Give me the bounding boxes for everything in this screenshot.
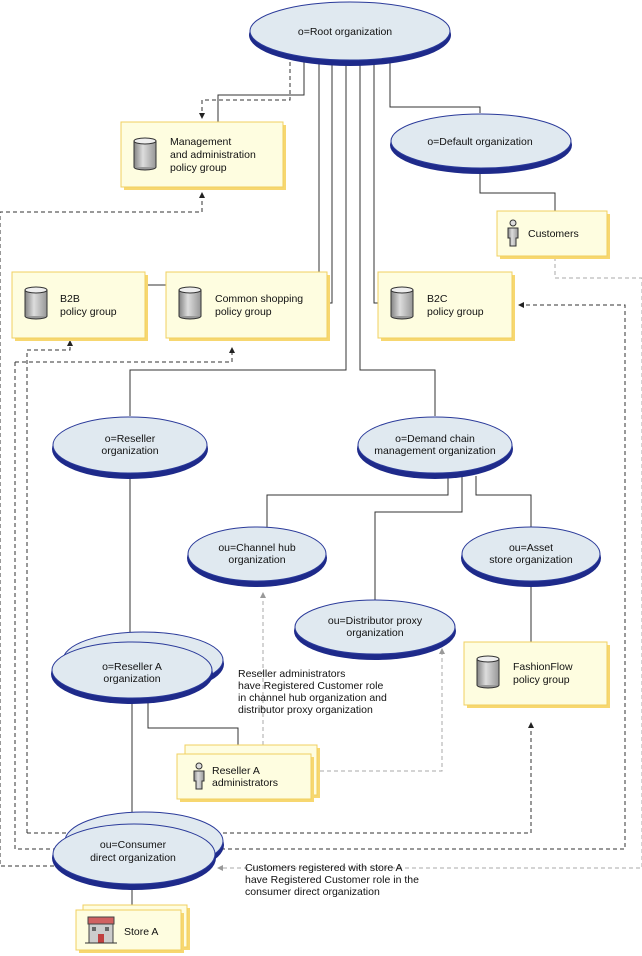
- reseller-label-1: o=Reseller: [105, 433, 156, 445]
- svg-text:Customers: Customers: [528, 228, 579, 240]
- channel-hub-organization[interactable]: ou=Channel hub organization: [187, 526, 327, 587]
- customers-group[interactable]: Customers: [496, 210, 610, 259]
- svg-text:o=Root organization: o=Root organization: [298, 26, 392, 38]
- admins-label-2: administrators: [212, 777, 278, 789]
- mgmt-label-3: policy group: [170, 162, 227, 174]
- svg-text:ou=Channel huborganization: ou=Channel hub organization: [218, 542, 296, 566]
- database-cylinder-icon: [24, 286, 48, 320]
- customers-label: Customers: [528, 228, 579, 240]
- store-building-icon: [85, 916, 117, 944]
- mgmt-label-2: and administration: [170, 149, 256, 161]
- consumer-label-2: direct organization: [90, 852, 176, 864]
- asset-label-2: store organization: [489, 554, 573, 566]
- root-label: o=Root organization: [298, 26, 392, 38]
- reseller-admin-note: Reseller administrators have Registered C…: [238, 668, 387, 716]
- store-label: Store A: [124, 926, 158, 938]
- fashionflow-label-2: policy group: [513, 674, 570, 686]
- demand-chain-organization[interactable]: o=Demand chain management organization: [357, 416, 513, 479]
- reseller-a-label-1: o=Reseller A: [102, 661, 162, 673]
- admins-label-1: Reseller A: [212, 765, 260, 777]
- b2c-label-2: policy group: [427, 306, 484, 318]
- consumer-label-1: ou=Consumer: [100, 839, 167, 851]
- reseller-organization[interactable]: o=Reseller organization: [52, 416, 208, 479]
- common-shopping-policy-group[interactable]: Common shopping policy group: [165, 271, 330, 341]
- default-org-label: o=Default organization: [427, 136, 533, 148]
- b2c-label-1: B2C: [427, 293, 448, 305]
- distributor-proxy-organization[interactable]: ou=Distributor proxy organization: [294, 599, 456, 660]
- asset-label-1: ou=Asset: [509, 542, 553, 554]
- root-organization[interactable]: o=Root organization: [249, 1, 451, 66]
- common-label-2: policy group: [215, 306, 272, 318]
- reseller-label-2: organization: [101, 445, 158, 457]
- svg-text:Store A: Store A: [124, 926, 158, 938]
- b2c-policy-group[interactable]: B2C policy group: [377, 271, 515, 341]
- channel-label-1: ou=Channel hub: [218, 542, 296, 554]
- channel-label-2: organization: [228, 554, 285, 566]
- asset-store-organization[interactable]: ou=Asset store organization: [461, 526, 601, 587]
- svg-text:ou=Consumerdirect organization: ou=Consumer direct organization: [90, 839, 176, 864]
- b2b-label-2: policy group: [60, 306, 117, 318]
- database-cylinder-icon: [390, 286, 414, 320]
- database-cylinder-icon: [133, 137, 157, 171]
- svg-text:FashionFlowpolicy group: FashionFlow policy group: [513, 661, 573, 686]
- database-cylinder-icon: [178, 286, 202, 320]
- demand-label-1: o=Demand chain: [395, 433, 475, 445]
- store-a[interactable]: Store A: [75, 904, 190, 953]
- common-label-1: Common shopping: [215, 293, 303, 305]
- svg-text:o=Reseller Aorganization: o=Reseller Aorganization: [102, 661, 162, 685]
- management-policy-group[interactable]: Management and administration policy group: [120, 121, 286, 190]
- fashionflow-label-1: FashionFlow: [513, 661, 573, 673]
- demand-label-2: management organization: [374, 445, 496, 457]
- distributor-label-1: ou=Distributor proxy: [328, 615, 423, 627]
- organization-diagram: o=Root organization o=Default organizati…: [0, 1, 642, 953]
- default-organization[interactable]: o=Default organization: [390, 113, 572, 174]
- consumer-direct-organization[interactable]: ou=Consumer direct organization: [52, 811, 224, 890]
- database-cylinder-icon: [476, 655, 500, 689]
- distributor-label-2: organization: [346, 627, 403, 639]
- b2b-policy-group[interactable]: B2B policy group: [11, 271, 148, 341]
- mgmt-label-1: Management: [170, 136, 231, 148]
- reseller-a-organization[interactable]: o=Reseller Aorganization: [51, 631, 224, 704]
- svg-text:o=Resellerorganization: o=Reseller organization: [101, 433, 158, 457]
- reseller-a-administrators[interactable]: Reseller Aadministrators: [176, 744, 320, 802]
- reseller-a-label-2: organization: [103, 673, 160, 685]
- svg-text:o=Default organization: o=Default organization: [427, 136, 533, 148]
- b2b-label-1: B2B: [60, 293, 80, 305]
- customer-registration-note: Customers registered with store Ahave Re…: [245, 862, 419, 898]
- fashionflow-policy-group[interactable]: FashionFlow policy group: [463, 641, 610, 708]
